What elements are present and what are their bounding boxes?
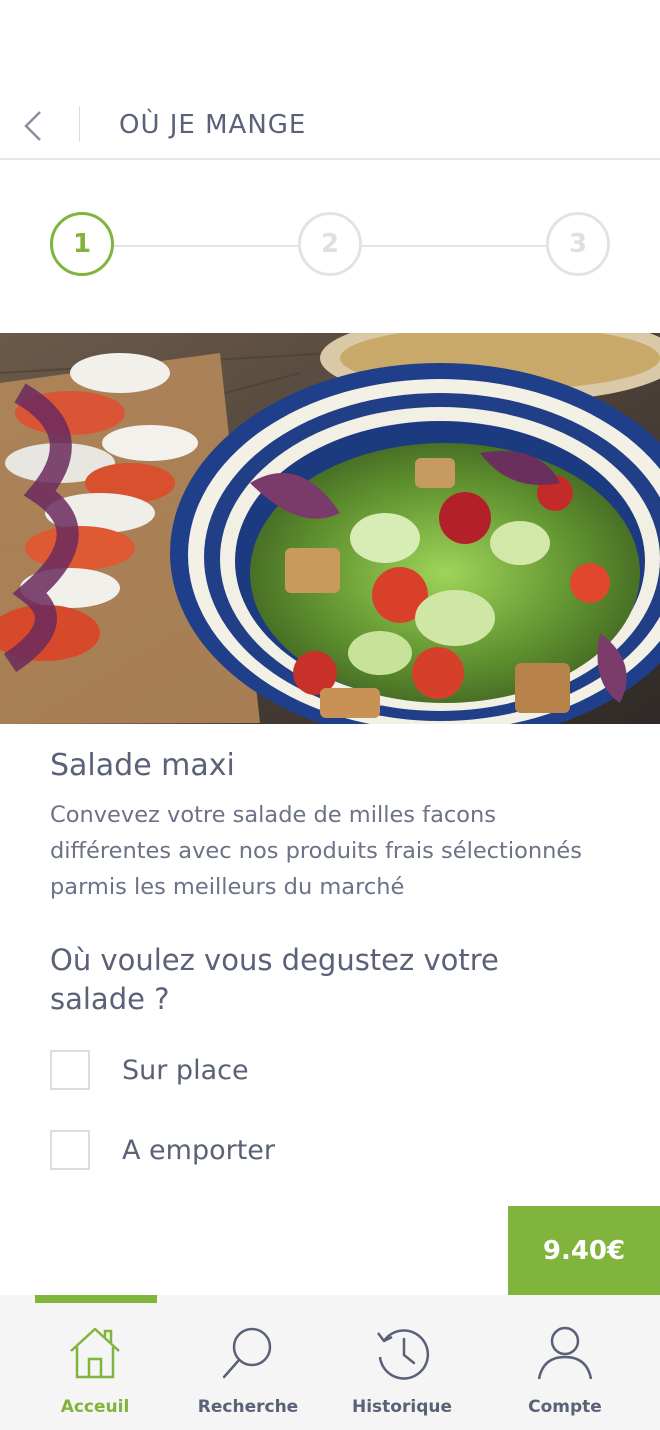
- tab-label: Compte: [528, 1397, 602, 1417]
- back-button[interactable]: [16, 108, 52, 144]
- user-icon: [537, 1326, 593, 1380]
- header-divider: [79, 106, 80, 142]
- step-connector: [360, 245, 548, 247]
- tab-label: Acceuil: [60, 1397, 130, 1417]
- active-tab-indicator: [35, 1295, 157, 1303]
- option-a-emporter[interactable]: A emporter: [50, 1130, 275, 1170]
- option-label: Sur place: [122, 1054, 249, 1086]
- product-description-line: Convevez votre salade de milles facons: [50, 802, 496, 828]
- product-details: Salade maxi Convevez votre salade de mil…: [50, 748, 640, 1019]
- chevron-left-icon: [24, 111, 41, 141]
- search-icon: [222, 1327, 272, 1379]
- step-1[interactable]: 1: [50, 212, 114, 276]
- tab-acceuil[interactable]: Acceuil: [20, 1323, 170, 1423]
- salad-photo: [0, 333, 660, 724]
- home-icon: [70, 1327, 120, 1379]
- product-description-line: parmis les meilleurs du marché: [50, 874, 405, 900]
- step-connector: [112, 245, 300, 247]
- product-title: Salade maxi: [50, 748, 235, 783]
- question-line: salade ?: [50, 982, 170, 1016]
- dining-question: Où voulez vous degustez votre salade ?: [50, 941, 640, 1019]
- tab-label: Recherche: [197, 1397, 299, 1417]
- a-emporter-checkbox[interactable]: [50, 1130, 90, 1170]
- step-3[interactable]: 3: [546, 212, 610, 276]
- page-title: OÙ JE MANGE: [119, 110, 307, 140]
- salad-image: [0, 333, 660, 724]
- tab-compte[interactable]: Compte: [490, 1323, 640, 1423]
- sur-place-checkbox[interactable]: [50, 1050, 90, 1090]
- option-label: A emporter: [122, 1134, 276, 1166]
- history-icon: [377, 1329, 430, 1380]
- product-description: Convevez votre salade de milles facons d…: [50, 797, 640, 905]
- question-line: Où voulez vous degustez votre: [50, 943, 499, 977]
- app-header: OÙ JE MANGE: [0, 90, 660, 160]
- option-sur-place[interactable]: Sur place: [50, 1050, 249, 1090]
- product-description-line: différentes avec nos produits frais séle…: [50, 838, 582, 864]
- progress-stepper: 1 2 3: [50, 212, 610, 278]
- bottom-tab-bar: Acceuil Recherche Historique Compte: [0, 1295, 660, 1430]
- tab-historique[interactable]: Historique: [327, 1323, 477, 1423]
- tab-recherche[interactable]: Recherche: [173, 1323, 323, 1423]
- tab-label: Historique: [352, 1397, 452, 1417]
- step-2[interactable]: 2: [298, 212, 362, 276]
- price-button[interactable]: 9.40€: [508, 1206, 660, 1295]
